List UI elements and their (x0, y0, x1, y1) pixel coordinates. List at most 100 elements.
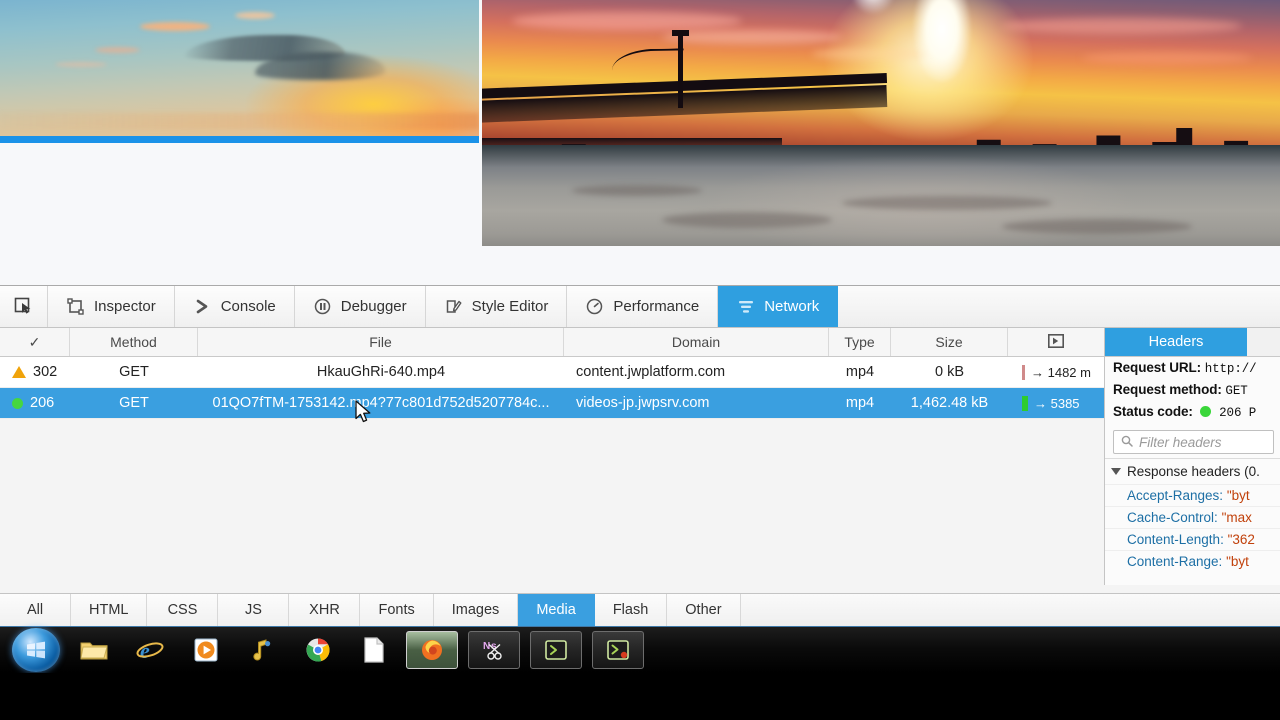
timeline-label: → 1482 m (1031, 364, 1091, 380)
request-method-row: Request method: GET (1105, 379, 1280, 401)
column-label: ✓ (28, 333, 41, 350)
video-progress-bar[interactable] (0, 136, 479, 143)
column-header-status[interactable]: ✓ (0, 328, 70, 356)
file-explorer-icon[interactable] (72, 630, 116, 670)
tab-label: Style Editor (471, 298, 549, 315)
tab-label: Headers (1148, 334, 1204, 350)
column-header-method[interactable]: Method (70, 328, 198, 356)
status-code-label: Status code: (1113, 404, 1193, 419)
request-method-value: GET (1225, 384, 1248, 398)
terminal-window-button[interactable] (530, 631, 582, 669)
row-domain: videos-jp.jwpsrv.com (576, 395, 710, 411)
filter-media[interactable]: Media (518, 594, 595, 626)
debugger-icon (313, 297, 332, 316)
filter-all[interactable]: All (0, 594, 71, 626)
inspector-icon (66, 297, 85, 316)
firefox-window-button[interactable] (406, 631, 458, 669)
browser-content-area (0, 0, 1280, 285)
tab-style-editor[interactable]: Style Editor (425, 286, 568, 327)
cloud-band (662, 30, 842, 44)
filter-headers-input[interactable]: Filter headers (1113, 430, 1274, 454)
filter-other[interactable]: Other (667, 594, 741, 626)
google-chrome-icon[interactable] (296, 630, 340, 670)
details-tabs: Headers (1105, 328, 1280, 357)
row-domain: content.jwplatform.com (576, 364, 726, 380)
filter-html[interactable]: HTML (71, 594, 148, 626)
header-value: "byt (1226, 488, 1250, 503)
snipping-tool-button[interactable]: N s (468, 631, 520, 669)
column-label: Method (110, 334, 157, 350)
cloud-wisp (235, 12, 275, 19)
network-filter-bar: All HTML CSS JS XHR Fonts Images Media F… (0, 593, 1280, 626)
water-texture (842, 196, 1052, 210)
tab-label: Inspector (94, 298, 156, 315)
tab-label: Performance (613, 298, 700, 315)
filter-label: Fonts (378, 602, 415, 618)
cloud-band (1082, 52, 1252, 64)
document-icon[interactable] (352, 630, 396, 670)
filter-css[interactable]: CSS (147, 594, 219, 626)
header-name: Accept-Ranges: (1127, 488, 1224, 503)
network-table-header: ✓ Method File Domain Type Size (0, 328, 1104, 357)
itunes-icon[interactable] (240, 630, 284, 670)
table-row[interactable]: 206 GET 01QO7fTM-1753142.mp4?77c801d752d… (0, 388, 1104, 419)
network-request-list: 302 GET HkauGhRi-640.mp4 content.jwplatf… (0, 357, 1104, 419)
sunset-sky-video[interactable] (0, 0, 479, 141)
element-picker-button[interactable] (0, 286, 48, 327)
desktop-background (0, 673, 1280, 720)
tab-inspector[interactable]: Inspector (48, 286, 175, 327)
column-header-file[interactable]: File (198, 328, 564, 356)
filter-label: XHR (309, 602, 340, 618)
filter-label: HTML (89, 602, 129, 618)
row-method: GET (119, 364, 149, 380)
warning-triangle-icon (12, 366, 26, 378)
row-size: 1,462.48 kB (910, 395, 989, 411)
status-code: 302 (33, 364, 58, 380)
water-texture (1002, 219, 1192, 234)
row-file: HkauGhRi-640.mp4 (316, 364, 446, 380)
tab-performance[interactable]: Performance (567, 286, 719, 327)
terminal-window-button-2[interactable] (592, 631, 644, 669)
nyc-skyline-sunset-video[interactable] (482, 0, 1280, 246)
filter-images[interactable]: Images (433, 594, 519, 626)
tab-debugger[interactable]: Debugger (294, 286, 426, 327)
horizon-glow (0, 113, 479, 129)
filter-placeholder: Filter headers (1139, 434, 1222, 450)
water-texture (572, 185, 702, 196)
status-code: 206 (30, 395, 55, 411)
bridge-tower (672, 30, 689, 109)
request-details-panel: Headers Request URL: http:// Request met… (1104, 328, 1280, 585)
section-label: Response headers (0. (1127, 464, 1260, 479)
cloud-wisp (140, 22, 210, 31)
header-name: Cache-Control: (1127, 510, 1218, 525)
row-file: 01QO7fTM-1753142.mp4?77c801d752d5207784c… (212, 395, 550, 411)
column-label: Size (935, 334, 963, 350)
filter-fonts[interactable]: Fonts (360, 594, 434, 626)
filter-js[interactable]: JS (218, 594, 290, 626)
table-row[interactable]: 302 GET HkauGhRi-640.mp4 content.jwplatf… (0, 357, 1104, 388)
filter-flash[interactable]: Flash (594, 594, 668, 626)
column-header-domain[interactable]: Domain (564, 328, 829, 356)
column-label: Type (844, 334, 875, 350)
console-icon (193, 297, 212, 316)
row-status: 302 (0, 357, 70, 387)
internet-explorer-icon[interactable]: e (128, 630, 172, 670)
column-label: File (369, 334, 392, 350)
column-header-size[interactable]: Size (891, 328, 1008, 356)
timeline-label: → 5385 (1034, 395, 1080, 411)
windows-start-orb[interactable] (12, 628, 60, 672)
column-header-type[interactable]: Type (829, 328, 891, 356)
chevron-down-icon (1111, 468, 1121, 475)
filter-xhr[interactable]: XHR (289, 594, 361, 626)
tab-headers[interactable]: Headers (1105, 328, 1247, 356)
response-headers-section[interactable]: Response headers (0. (1105, 459, 1280, 484)
media-player-icon[interactable] (184, 630, 228, 670)
tab-network[interactable]: Network (718, 286, 839, 327)
tab-console[interactable]: Console (174, 286, 295, 327)
tab-label: Console (220, 298, 276, 315)
filter-label: Media (536, 602, 576, 618)
filter-label: All (26, 602, 44, 618)
waterfall-bar (1022, 364, 1025, 380)
column-header-timeline[interactable] (1008, 328, 1104, 356)
request-url-row: Request URL: http:// (1105, 357, 1280, 379)
